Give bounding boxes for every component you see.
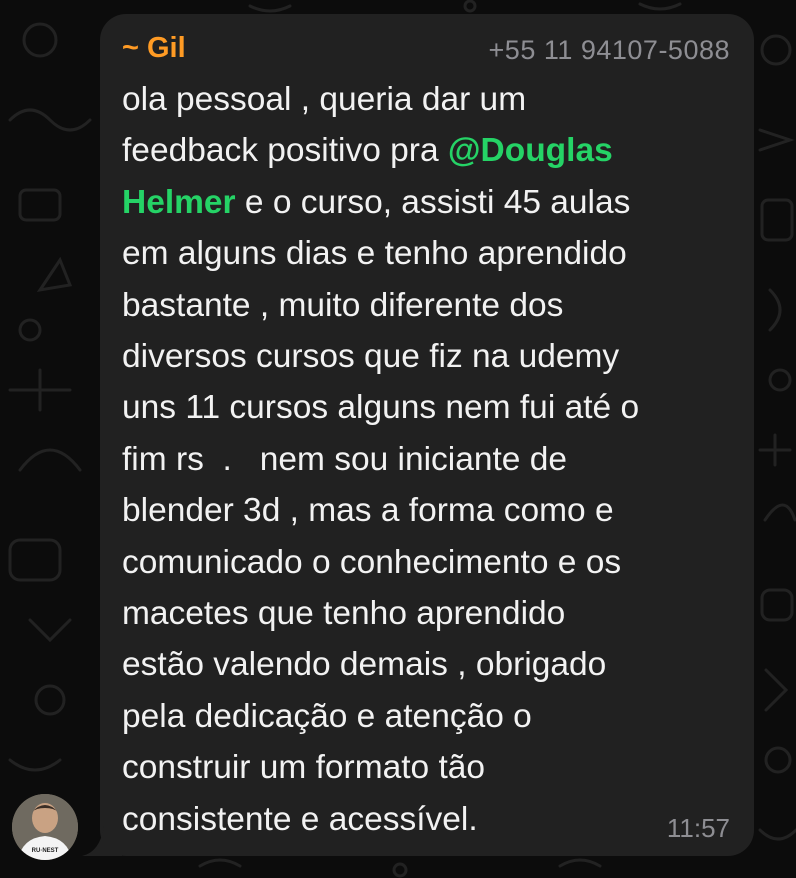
message-line: fim rs . nem sou iniciante de	[122, 440, 567, 478]
message-line: estão valendo demais , obrigado	[122, 646, 607, 684]
sender-name[interactable]: ~ Gil	[122, 30, 186, 66]
message-line: blender 3d , mas a forma como e	[122, 492, 614, 530]
message-line: em alguns dias e tenho aprendido	[122, 235, 627, 273]
message-line: diversos cursos que fiz na udemy	[122, 338, 620, 376]
mention-link[interactable]: @Douglas	[448, 132, 613, 169]
message-line: consistente e acessível.	[122, 800, 478, 838]
mention-link[interactable]: Helmer	[122, 184, 236, 221]
message-line: comunicado o conhecimento e os	[122, 543, 622, 581]
message-line: uns 11 cursos alguns nem fui até o	[122, 389, 640, 427]
avatar-shirt-text: RU·NEST	[32, 848, 59, 854]
message-timestamp: 11:57	[666, 813, 730, 843]
message-line: pela dedicação e atenção o	[122, 697, 532, 735]
message-line: e o curso, assisti 45 aulas	[235, 183, 631, 221]
message-line: ola pessoal , queria dar um	[122, 81, 527, 118]
message-line: feedback positivo pra	[122, 132, 448, 170]
sender-phone[interactable]: +55 11 94107-5088	[489, 33, 730, 67]
message-text: ola pessoal , queria dar um feedback pos…	[122, 74, 742, 845]
bubble-tail-icon	[82, 826, 122, 856]
sender-avatar[interactable]: RU·NEST	[12, 794, 78, 860]
message-line: bastante , muito diferente dos	[122, 286, 564, 324]
message-line: construir um formato tão	[122, 749, 486, 787]
message-line: macetes que tenho aprendido	[122, 595, 566, 633]
avatar-photo-icon: RU·NEST	[12, 794, 78, 860]
